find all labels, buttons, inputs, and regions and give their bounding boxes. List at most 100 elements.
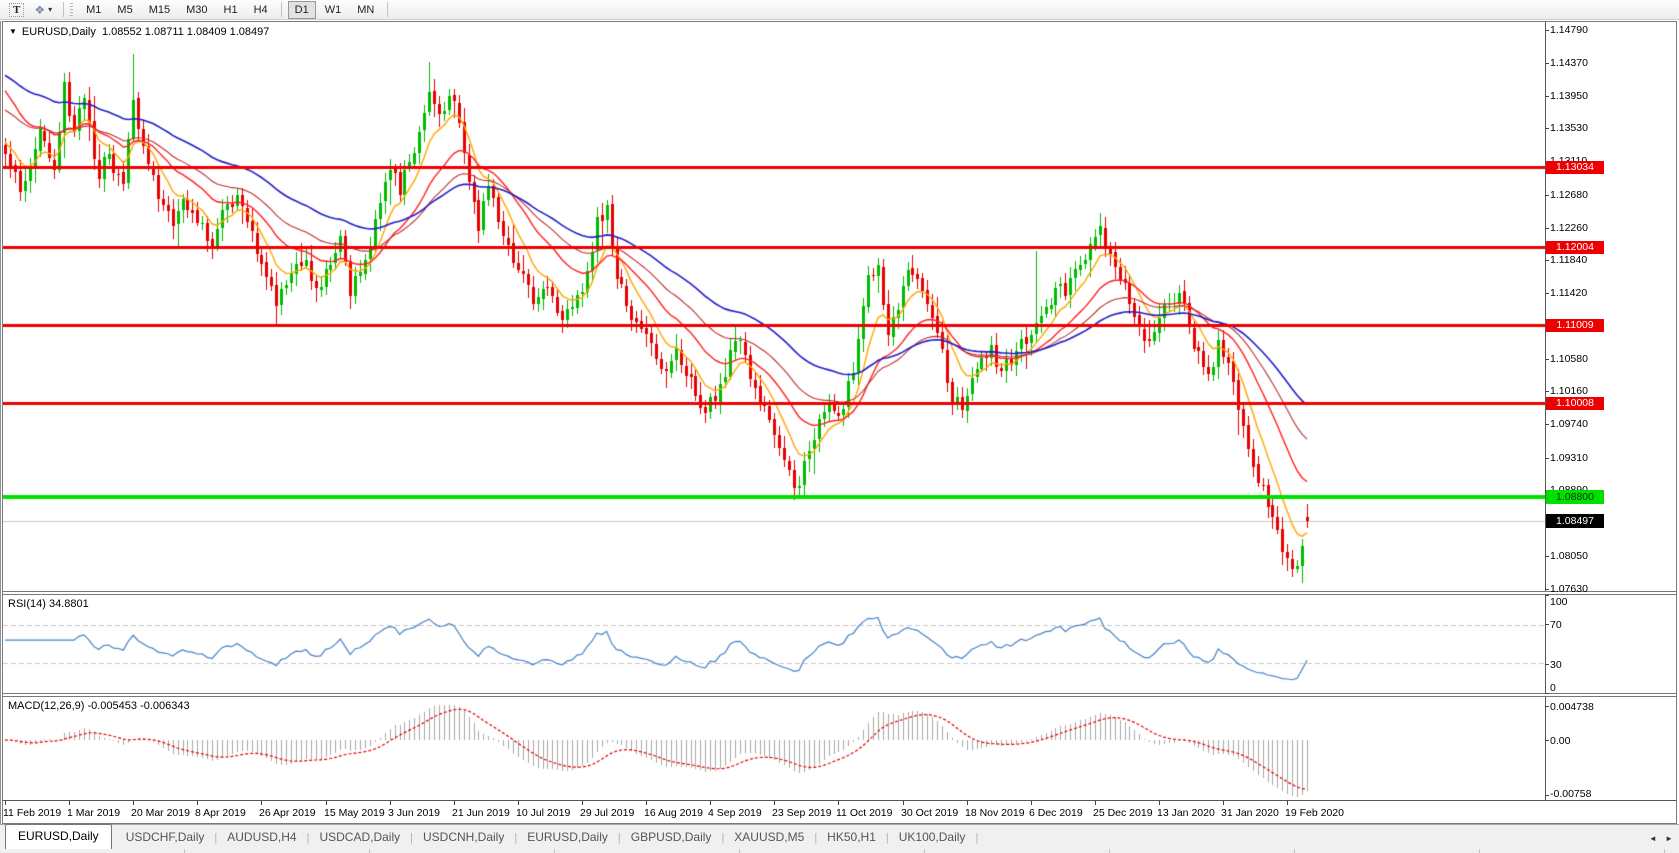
level-price-badge: 1.13034 xyxy=(1546,161,1604,174)
chart-tabs: EURUSD,DailyUSDCHF,Daily|AUDUSD,H4|USDCA… xyxy=(5,824,978,849)
timeframe-button-h4[interactable]: H4 xyxy=(247,1,275,19)
timeframe-button-d1[interactable]: D1 xyxy=(288,1,316,19)
price-tick-label: 1.11420 xyxy=(1550,287,1587,299)
rsi-tick-mark xyxy=(1545,624,1549,625)
symbol-tab-audusd-h4[interactable]: AUDUSD,H4 xyxy=(217,826,306,849)
rsi-tick-mark xyxy=(1545,664,1549,665)
price-chart-canvas[interactable] xyxy=(3,22,1545,591)
symbol-tab-gbpusd-daily[interactable]: GBPUSD,Daily xyxy=(621,826,722,849)
price-tick-label: 1.13530 xyxy=(1550,122,1588,134)
text-tool-button[interactable]: T xyxy=(5,1,28,18)
level-price-badge: 1.11009 xyxy=(1546,319,1604,332)
symbol-tab-eurusd-daily[interactable]: EURUSD,Daily xyxy=(5,824,112,849)
price-tick-label: 1.13950 xyxy=(1550,90,1588,102)
price-tick-mark xyxy=(1545,458,1549,459)
timeframe-button-m15[interactable]: M15 xyxy=(142,1,177,19)
price-tick-label: 1.12680 xyxy=(1550,189,1588,201)
date-tick-mark xyxy=(1287,801,1288,805)
rsi-pane-canvas[interactable] xyxy=(3,595,1545,693)
chart-menu-icon[interactable]: ▼ xyxy=(9,27,17,36)
date-tick-mark xyxy=(133,801,134,805)
price-tick-mark xyxy=(1545,589,1549,590)
date-tick-label: 1 Mar 2019 xyxy=(67,807,120,819)
symbol-tab-xauusd-m5[interactable]: XAUUSD,M5 xyxy=(724,826,814,849)
date-tick-mark xyxy=(390,801,391,805)
timeframe-button-m5[interactable]: M5 xyxy=(110,1,139,19)
price-tick-mark xyxy=(1545,391,1549,392)
macd-tick-mark xyxy=(1545,740,1549,741)
mt4-window: T ❖ ▾ M1M5M15M30H1H4 D1W1MN ▼ EURUSD,Daily… xyxy=(0,0,1679,853)
price-tick-label: 1.09310 xyxy=(1550,452,1588,464)
rsi-tick-mark xyxy=(1545,595,1549,596)
rsi-tick-mark xyxy=(1545,693,1549,694)
macd-axis-label: -0.00758 xyxy=(1550,788,1591,800)
macd-tick-mark xyxy=(1545,706,1549,707)
pane-splitter[interactable] xyxy=(3,591,1676,595)
date-tick-mark xyxy=(646,801,647,805)
price-tick-label: 1.11840 xyxy=(1550,254,1587,266)
tab-scroll-left-icon[interactable]: ◄ xyxy=(1649,834,1657,843)
price-tick-mark xyxy=(1545,359,1549,360)
chart-title-text: EURUSD,Daily 1.08552 1.08711 1.08409 1.0… xyxy=(22,26,269,38)
timeframe-buttons: M1M5M15M30H1H4 D1W1MN xyxy=(78,1,393,19)
macd-axis-label: 0.004738 xyxy=(1550,701,1594,713)
price-tick-mark xyxy=(1545,260,1549,261)
date-tick-mark xyxy=(1159,801,1160,805)
date-tick-label: 19 Feb 2020 xyxy=(1285,807,1344,819)
symbol-tab-hk50-h1[interactable]: HK50,H1 xyxy=(817,826,886,849)
price-tick-mark xyxy=(1545,228,1549,229)
date-tick-label: 30 Oct 2019 xyxy=(901,807,958,819)
timeframe-button-m30[interactable]: M30 xyxy=(179,1,214,19)
date-tick-mark xyxy=(261,801,262,805)
timeframe-button-h1[interactable]: H1 xyxy=(217,1,245,19)
date-tick-mark xyxy=(903,801,904,805)
price-tick-label: 1.09740 xyxy=(1550,418,1588,430)
level-price-badge: 1.08800 xyxy=(1546,490,1604,504)
date-tick-label: 10 Jul 2019 xyxy=(516,807,570,819)
date-tick-mark xyxy=(774,801,775,805)
timeframe-button-m1[interactable]: M1 xyxy=(79,1,108,19)
symbol-tab-eurusd-daily[interactable]: EURUSD,Daily xyxy=(517,826,618,849)
date-tick-mark xyxy=(967,801,968,805)
chart-tab-bar: EURUSD,DailyUSDCHF,Daily|AUDUSD,H4|USDCA… xyxy=(0,824,1679,849)
chart-title: ▼ EURUSD,Daily 1.08552 1.08711 1.08409 1.… xyxy=(9,26,269,38)
toolbar: T ❖ ▾ M1M5M15M30H1H4 D1W1MN xyxy=(0,0,1679,20)
macd-pane-canvas[interactable] xyxy=(3,697,1545,799)
date-tick-label: 25 Dec 2019 xyxy=(1093,807,1153,819)
date-tick-mark xyxy=(1223,801,1224,805)
date-tick-mark xyxy=(326,801,327,805)
price-tick-mark xyxy=(1545,30,1549,31)
date-tick-mark xyxy=(518,801,519,805)
date-tick-label: 21 Jun 2019 xyxy=(452,807,510,819)
timeframe-button-w1[interactable]: W1 xyxy=(318,1,349,19)
tab-scroll-controls: ◄ ► xyxy=(1643,834,1673,843)
tab-scroll-right-icon[interactable]: ► xyxy=(1665,834,1673,843)
price-tick-mark xyxy=(1545,195,1549,196)
objects-dropdown-button[interactable]: ❖ ▾ xyxy=(30,1,56,18)
price-tick-mark xyxy=(1545,293,1549,294)
price-tick-mark xyxy=(1545,128,1549,129)
toolbar-grip[interactable] xyxy=(70,3,73,17)
date-tick-label: 31 Jan 2020 xyxy=(1221,807,1279,819)
timeframe-button-mn[interactable]: MN xyxy=(350,1,381,19)
date-tick-mark xyxy=(5,801,6,805)
level-price-badge: 1.12004 xyxy=(1546,241,1604,254)
price-tick-label: 1.08050 xyxy=(1550,550,1588,562)
date-tick-mark xyxy=(197,801,198,805)
symbol-tab-usdcad-daily[interactable]: USDCAD,Daily xyxy=(309,826,410,849)
date-tick-label: 8 Apr 2019 xyxy=(195,807,246,819)
date-tick-label: 26 Apr 2019 xyxy=(259,807,316,819)
pane-splitter[interactable] xyxy=(3,693,1676,697)
date-tick-mark xyxy=(454,801,455,805)
date-tick-label: 11 Feb 2019 xyxy=(3,807,61,819)
date-tick-mark xyxy=(838,801,839,805)
symbol-tab-usdchf-daily[interactable]: USDCHF,Daily xyxy=(116,826,215,849)
price-tick-label: 1.14370 xyxy=(1550,57,1588,69)
status-bar-edge xyxy=(0,849,1679,853)
symbol-tab-uk100-daily[interactable]: UK100,Daily xyxy=(889,826,976,849)
date-tick-label: 11 Oct 2019 xyxy=(836,807,892,819)
symbol-tab-usdcnh-daily[interactable]: USDCNH,Daily xyxy=(413,826,514,849)
date-tick-mark xyxy=(1031,801,1032,805)
level-price-badge: 1.10008 xyxy=(1546,397,1604,410)
date-tick-label: 15 May 2019 xyxy=(324,807,385,819)
